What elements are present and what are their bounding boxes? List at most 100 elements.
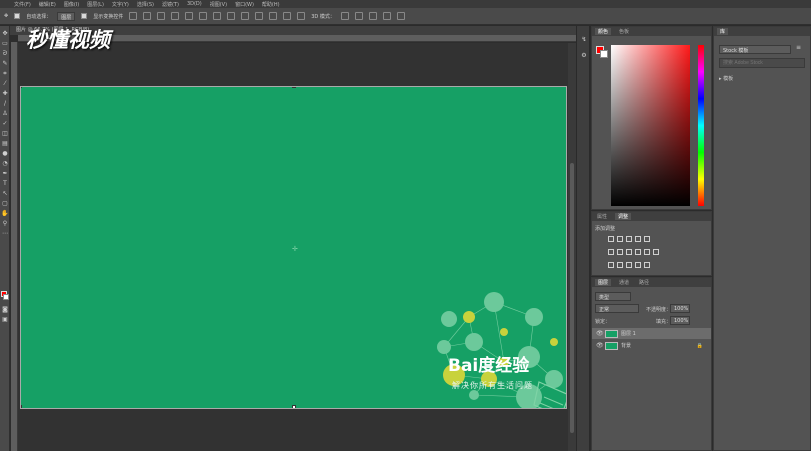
- tab-properties[interactable]: 属性: [595, 213, 609, 220]
- layer-name[interactable]: 背景: [621, 342, 631, 349]
- menu-edit[interactable]: 编辑(E): [39, 1, 56, 8]
- stock-search-input[interactable]: [719, 58, 805, 68]
- curves-icon[interactable]: [626, 236, 632, 242]
- auto-align-icon[interactable]: [297, 12, 306, 20]
- color-balance-icon[interactable]: [617, 249, 623, 255]
- tab-color[interactable]: 颜色: [595, 28, 612, 35]
- quick-select-tool-icon[interactable]: ✎: [1, 60, 9, 68]
- eyedropper-tool-icon[interactable]: ⁄: [1, 80, 9, 88]
- menu-3d[interactable]: 3D(D): [187, 1, 202, 7]
- path-select-tool-icon[interactable]: ↖: [1, 190, 9, 198]
- tab-layers[interactable]: 图层: [595, 279, 612, 286]
- posterize-icon[interactable]: [617, 262, 623, 268]
- distribute-top-icon[interactable]: [213, 12, 222, 20]
- menu-window[interactable]: 窗口(W): [235, 1, 254, 8]
- expand-arrow-icon[interactable]: ▸: [719, 76, 722, 82]
- distribute-left-icon[interactable]: [255, 12, 264, 20]
- fill-field[interactable]: 100%: [670, 316, 690, 325]
- scroll-thumb[interactable]: [570, 163, 574, 433]
- auto-select-checkbox[interactable]: [14, 13, 21, 19]
- visibility-eye-icon[interactable]: 👁: [596, 342, 604, 349]
- scale-3d-icon[interactable]: [396, 12, 405, 20]
- ruler-vertical[interactable]: [11, 42, 18, 451]
- hue-slider[interactable]: [698, 45, 704, 206]
- align-middle-icon[interactable]: [143, 12, 152, 20]
- slide-3d-icon[interactable]: [382, 12, 391, 20]
- tab-swatches[interactable]: 色板: [617, 28, 631, 35]
- distribute-bottom-icon[interactable]: [241, 12, 250, 20]
- invert-icon[interactable]: [608, 262, 614, 268]
- library-dropdown[interactable]: Stock 模板: [719, 45, 791, 54]
- history-icon[interactable]: ↯: [580, 36, 588, 44]
- align-right-icon[interactable]: [199, 12, 208, 20]
- stamp-tool-icon[interactable]: ♙: [1, 110, 9, 118]
- hue-saturation-icon[interactable]: [608, 249, 614, 255]
- properties-icon[interactable]: ⚙: [580, 52, 588, 60]
- transform-handle-top-left[interactable]: [21, 87, 22, 88]
- hand-tool-icon[interactable]: ✋: [1, 210, 9, 218]
- layer-kind-filter[interactable]: 类型: [595, 292, 631, 301]
- selective-color-icon[interactable]: [644, 262, 650, 268]
- menu-view[interactable]: 视图(V): [210, 1, 227, 8]
- opacity-field[interactable]: 100%: [670, 304, 690, 313]
- background-color-swatch[interactable]: [3, 294, 9, 300]
- black-white-icon[interactable]: [626, 249, 632, 255]
- distribute-right-icon[interactable]: [283, 12, 292, 20]
- more-tools-icon[interactable]: ⋯: [1, 230, 9, 238]
- auto-select-dropdown[interactable]: 图层: [57, 11, 76, 21]
- brightness-icon[interactable]: [608, 236, 614, 242]
- threshold-icon[interactable]: [626, 262, 632, 268]
- layer-row[interactable]: 👁 背景 🔒: [592, 340, 711, 351]
- library-item[interactable]: ▸ 模板: [719, 75, 733, 82]
- move-tool-icon[interactable]: ✥: [1, 30, 9, 38]
- tab-channels[interactable]: 通道: [617, 279, 631, 286]
- visibility-eye-icon[interactable]: 👁: [596, 330, 604, 337]
- transform-handle-bottom-left[interactable]: [21, 405, 22, 408]
- channel-mixer-icon[interactable]: [644, 249, 650, 255]
- library-menu-icon[interactable]: ≡: [796, 44, 801, 51]
- move-tool-icon[interactable]: ✥: [4, 13, 8, 19]
- align-center-icon[interactable]: [185, 12, 194, 20]
- crop-tool-icon[interactable]: ⌗: [1, 70, 9, 78]
- menu-help[interactable]: 帮助(H): [262, 1, 280, 8]
- zoom-tool-icon[interactable]: ⚲: [1, 220, 9, 228]
- roll-3d-icon[interactable]: [354, 12, 363, 20]
- align-bottom-icon[interactable]: [157, 12, 166, 20]
- type-tool-icon[interactable]: T: [1, 180, 9, 188]
- gradient-tool-icon[interactable]: ▤: [1, 140, 9, 148]
- menu-type[interactable]: 文字(Y): [112, 1, 129, 8]
- photo-filter-icon[interactable]: [635, 249, 641, 255]
- tab-paths[interactable]: 路径: [637, 279, 651, 286]
- eraser-tool-icon[interactable]: ◫: [1, 130, 9, 138]
- menu-filter[interactable]: 滤镜(T): [162, 1, 179, 8]
- menu-image[interactable]: 图像(I): [64, 1, 79, 8]
- align-top-icon[interactable]: [129, 12, 138, 20]
- menu-select[interactable]: 选择(S): [137, 1, 154, 8]
- menu-layer[interactable]: 图层(L): [87, 1, 104, 8]
- healing-tool-icon[interactable]: ✚: [1, 90, 9, 98]
- layer-row[interactable]: 👁 图层 1: [592, 328, 711, 339]
- tab-libraries[interactable]: 库: [717, 28, 729, 35]
- background-color[interactable]: [600, 50, 608, 58]
- gradient-map-icon[interactable]: [635, 262, 641, 268]
- pen-tool-icon[interactable]: ✒: [1, 170, 9, 178]
- blend-mode-dropdown[interactable]: 正常: [595, 304, 639, 313]
- history-brush-tool-icon[interactable]: ✓: [1, 120, 9, 128]
- menu-file[interactable]: 文件(F): [14, 1, 31, 8]
- dodge-tool-icon[interactable]: ◔: [1, 160, 9, 168]
- drag-3d-icon[interactable]: [368, 12, 377, 20]
- blur-tool-icon[interactable]: ●: [1, 150, 9, 158]
- exposure-icon[interactable]: [635, 236, 641, 242]
- color-lookup-icon[interactable]: [653, 249, 659, 255]
- orbit-3d-icon[interactable]: [340, 12, 349, 20]
- align-left-icon[interactable]: [171, 12, 180, 20]
- lasso-tool-icon[interactable]: ᘐ: [1, 50, 9, 58]
- transform-controls-checkbox[interactable]: [81, 13, 88, 19]
- levels-icon[interactable]: [617, 236, 623, 242]
- brush-tool-icon[interactable]: /: [1, 100, 9, 108]
- vibrance-icon[interactable]: [644, 236, 650, 242]
- quick-mask-icon[interactable]: ◙: [1, 306, 9, 314]
- vertical-scrollbar[interactable]: [568, 43, 576, 451]
- transform-handle-top[interactable]: [292, 87, 296, 88]
- layer-name[interactable]: 图层 1: [621, 330, 636, 337]
